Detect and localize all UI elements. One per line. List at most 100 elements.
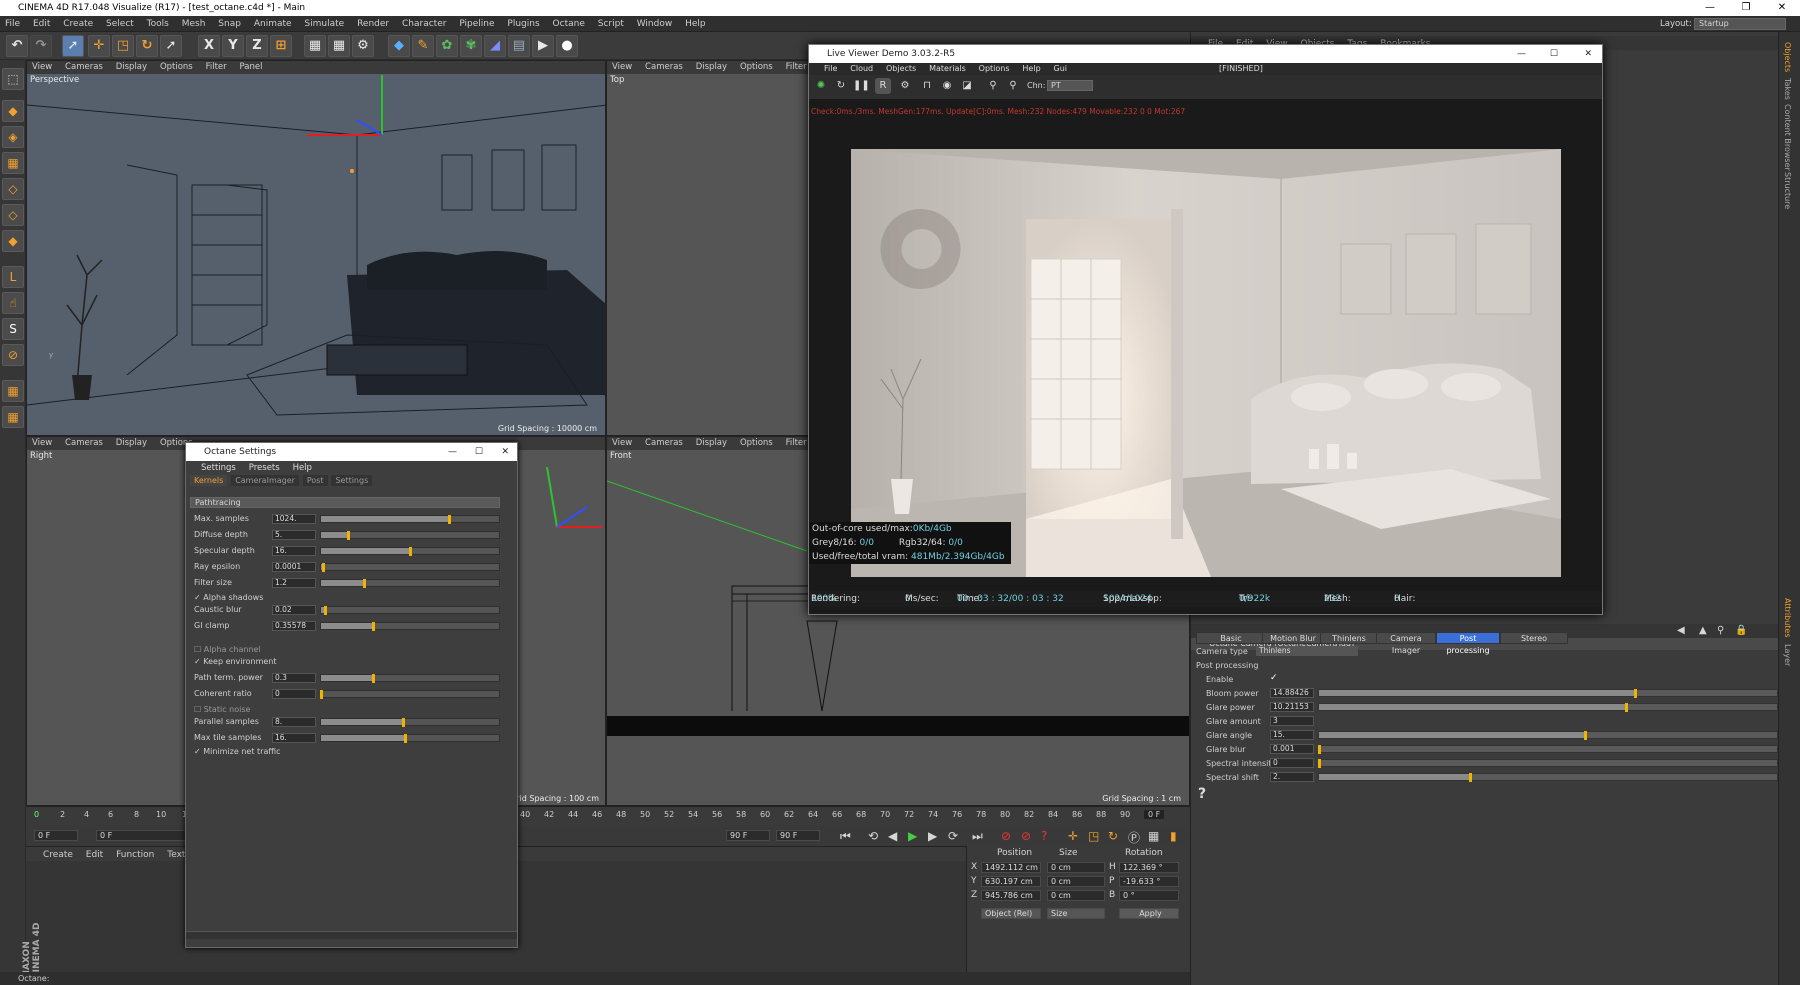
tab-settings[interactable]: Settings <box>331 475 373 486</box>
next-key-icon[interactable]: ⟳ <box>948 829 958 843</box>
minimize-button[interactable]: — <box>448 443 457 461</box>
autokey-icon[interactable]: ⊘ <box>1021 829 1031 843</box>
filter-size-slider[interactable] <box>320 579 500 588</box>
model-mode-icon[interactable]: ◆ <box>2 100 24 122</box>
redo-icon[interactable]: ↷ <box>30 35 52 57</box>
lv-menu-help[interactable]: Help <box>1017 63 1045 75</box>
pause-icon[interactable]: ❚❚ <box>853 78 870 94</box>
rotation-b-field[interactable]: 0 ° <box>1119 890 1179 901</box>
nav-up-icon[interactable]: ▲ <box>1699 625 1707 636</box>
lv-menu-options[interactable]: Options <box>974 63 1015 75</box>
coordinate-system-icon[interactable]: ⊞ <box>270 35 292 57</box>
position-z-field[interactable]: 945.786 cm <box>981 890 1041 901</box>
preview-max-field[interactable]: 90 F <box>726 830 770 841</box>
parallel-samples-slider[interactable] <box>320 718 500 727</box>
render-output-image[interactable] <box>851 149 1561 577</box>
move-tool-icon[interactable]: ✛ <box>88 35 110 57</box>
ray-epsilon-field[interactable]: 0.0001 <box>272 562 316 572</box>
minimize-button[interactable]: — <box>1517 45 1526 63</box>
settings-gear-icon[interactable]: ⚙ <box>897 78 913 94</box>
cube-icon[interactable]: ◆ <box>388 35 410 57</box>
floor-icon[interactable]: ▤ <box>508 35 530 57</box>
tab-thinlens[interactable]: Thinlens <box>1320 632 1378 644</box>
menu-help[interactable]: Help <box>680 16 711 32</box>
viewport-perspective[interactable]: View Cameras Display Options Filter Pane… <box>26 60 606 436</box>
scale-tool-icon[interactable]: ◳ <box>112 35 134 57</box>
vp-menu-options[interactable]: Options <box>155 61 198 74</box>
glare-blur-slider[interactable] <box>1318 745 1778 754</box>
menu-simulate[interactable]: Simulate <box>299 16 349 32</box>
keyframe-selection-icon[interactable]: ? <box>1041 829 1047 843</box>
timeline-settings-icon[interactable]: ▮ <box>1170 829 1177 843</box>
diffuse-depth-slider[interactable] <box>320 531 500 540</box>
y-axis-icon[interactable]: Y <box>222 35 244 57</box>
subdivision-icon[interactable]: ✿ <box>436 35 458 57</box>
specular-depth-slider[interactable] <box>320 547 500 556</box>
cloner-icon[interactable]: ✾ <box>460 35 482 57</box>
apply-button[interactable]: Apply <box>1119 908 1179 919</box>
vp-menu-filter[interactable]: Filter <box>781 437 812 450</box>
pen-icon[interactable]: ✎ <box>412 35 434 57</box>
rotation-p-field[interactable]: -19.633 ° <box>1119 876 1179 887</box>
coherent-ratio-slider[interactable] <box>320 690 500 699</box>
nav-back-icon[interactable]: ◀ <box>1677 625 1685 636</box>
enable-checkbox[interactable]: ✓ <box>1270 673 1278 683</box>
side-tab-content-browser[interactable]: Content Browser <box>1783 104 1792 171</box>
key-scale-icon[interactable]: ◳ <box>1088 829 1099 843</box>
channel-select[interactable]: PT <box>1047 80 1093 91</box>
maximize-button[interactable]: ☐ <box>1550 45 1558 63</box>
play-icon[interactable]: ▶ <box>908 829 917 843</box>
side-tab-objects[interactable]: Objects <box>1783 42 1792 72</box>
undo-icon[interactable]: ↶ <box>6 35 28 57</box>
vp-menu-options[interactable]: Options <box>735 61 778 74</box>
help-icon[interactable]: ? <box>1198 786 1206 802</box>
spectral-shift-field[interactable]: 2. <box>1270 772 1314 782</box>
lock-icon[interactable]: ⊓ <box>919 78 935 94</box>
search-icon[interactable]: ⚲ <box>1717 625 1724 636</box>
menu-character[interactable]: Character <box>397 16 451 32</box>
recent-tool-icon[interactable]: ➚ <box>160 35 182 57</box>
diffuse-depth-field[interactable]: 5. <box>272 530 316 540</box>
os-menu-presets[interactable]: Presets <box>244 461 285 475</box>
focus-picker-icon[interactable]: ⚲ <box>985 78 1001 94</box>
alpha-channel-checkbox[interactable]: ☐ Alpha channel <box>194 645 261 654</box>
x-axis-icon[interactable]: X <box>198 35 220 57</box>
size-y-field[interactable]: 0 cm <box>1047 876 1105 887</box>
parallel-samples-field[interactable]: 8. <box>272 717 316 727</box>
menu-octane[interactable]: Octane <box>548 16 590 32</box>
kernel-select[interactable]: Pathtracing <box>190 497 500 508</box>
close-button[interactable]: ✕ <box>501 443 509 461</box>
material-picker-icon[interactable]: ◉ <box>939 78 955 94</box>
glare-power-field[interactable]: 10.21153 <box>1270 702 1314 712</box>
vp-menu-filter[interactable]: Filter <box>201 61 232 74</box>
vp-menu-view[interactable]: View <box>607 61 637 74</box>
side-tab-takes[interactable]: Takes <box>1783 78 1792 100</box>
spectral-shift-slider[interactable] <box>1318 773 1778 782</box>
go-to-end-icon[interactable]: ⏭ <box>972 829 983 844</box>
prev-frame-icon[interactable]: ◀ <box>888 829 897 843</box>
size-z-field[interactable]: 0 cm <box>1047 890 1105 901</box>
side-tab-layer[interactable]: Layer <box>1783 644 1792 666</box>
white-balance-picker-icon[interactable]: ⚲ <box>1005 78 1021 94</box>
points-mode-icon[interactable]: ◇ <box>2 178 24 200</box>
keep-environment-checkbox[interactable]: ✓ Keep environment <box>194 657 277 666</box>
menu-create[interactable]: Create <box>58 16 98 32</box>
render-settings-icon[interactable]: ⚙ <box>352 35 374 57</box>
glare-angle-field[interactable]: 15. <box>1270 730 1314 740</box>
ray-epsilon-slider[interactable] <box>320 563 500 572</box>
deformer-icon[interactable]: ◢ <box>484 35 506 57</box>
restart-icon[interactable]: ↻ <box>833 78 849 94</box>
render-view-icon[interactable]: ▦ <box>304 35 326 57</box>
os-menu-help[interactable]: Help <box>288 461 317 475</box>
camera-icon[interactable]: ▶ <box>532 35 554 57</box>
next-frame-icon[interactable]: ▶ <box>928 829 937 843</box>
tweak-mode-icon[interactable]: ☝ <box>2 292 24 314</box>
prev-key-icon[interactable]: ⟲ <box>868 829 878 843</box>
vp-menu-cameras[interactable]: Cameras <box>640 61 688 74</box>
os-menu-settings[interactable]: Settings <box>196 461 241 475</box>
path-term-power-slider[interactable] <box>320 674 500 683</box>
restore-button[interactable]: ❐ <box>1728 0 1764 16</box>
max-samples-slider[interactable] <box>320 515 500 524</box>
layout-select[interactable]: Startup <box>1694 18 1786 30</box>
tab-post-processing[interactable]: Post processing <box>1436 632 1500 655</box>
